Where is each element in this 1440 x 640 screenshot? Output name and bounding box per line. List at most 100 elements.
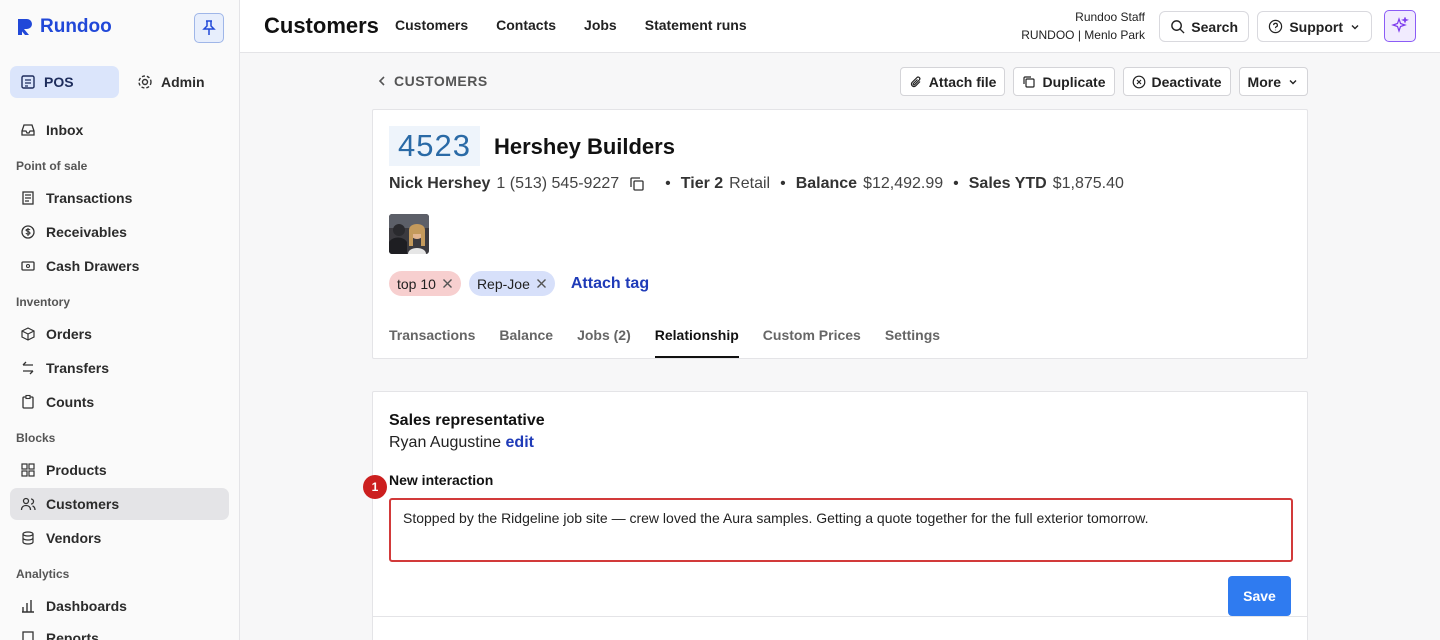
sidebar-item-label: Inbox [46,122,84,138]
sidebar-item-label: Vendors [46,530,102,546]
close-icon[interactable] [442,278,453,289]
sidebar-item-orders[interactable]: Orders [10,318,229,350]
breadcrumb[interactable]: CUSTOMERS [376,73,488,89]
save-button[interactable]: Save [1228,576,1291,616]
sidebar-item-inbox[interactable]: Inbox [10,114,229,146]
sidebar-item-label: Customers [46,496,120,512]
sidebar-item-transactions[interactable]: Transactions [10,182,229,214]
mode-pos-button[interactable]: POS [10,66,119,98]
sidebar-item-label: Transfers [46,360,110,376]
more-button[interactable]: More [1238,67,1308,96]
sparkles-icon [1391,17,1409,33]
sales-rep-name: Ryan Augustine [389,434,502,451]
ai-assistant-button[interactable] [1384,10,1416,42]
attach-file-button[interactable]: Attach file [899,67,1006,96]
chevron-down-icon [1289,79,1297,84]
customer-actions: Attach file Duplicate Deactivate More [899,67,1308,96]
sidebar-item-label: Receivables [46,224,127,240]
report-icon [22,631,34,640]
contact-phone: 1 (513) 545-9227 [496,175,620,192]
attach-tag-link[interactable]: Attach tag [571,275,649,293]
subtab-relationship[interactable]: Relationship [654,327,739,358]
copy-icon[interactable] [629,176,645,192]
sidebar-item-products[interactable]: Products [10,454,229,486]
tag-list: top 10 Rep-Joe Attach tag [389,271,649,296]
separator-dot: • [780,175,786,192]
customer-subtabs: Transactions Balance Jobs (2) Relationsh… [389,327,940,358]
sidebar-item-counts[interactable]: Counts [10,386,229,418]
cash-drawer-icon [21,261,35,271]
copy-icon [1023,75,1036,88]
breadcrumb-label: CUSTOMERS [394,73,488,89]
dollar-circle-icon [21,225,35,239]
users-icon [20,497,36,511]
tag-rep-joe[interactable]: Rep-Joe [468,271,555,296]
brand-name: Rundoo [40,16,112,37]
subtab-balance[interactable]: Balance [499,327,553,358]
separator-dot: • [665,175,671,192]
tab-statement-runs[interactable]: Statement runs [645,17,747,33]
subtab-settings[interactable]: Settings [885,327,940,358]
sidebar-item-label: Products [46,462,107,478]
sales-rep-label: Sales representative [389,412,545,429]
mode-admin-button[interactable]: Admin [127,66,217,98]
mode-switcher: POS Admin [10,66,217,98]
section-point-of-sale: Point of sale [16,159,88,173]
tag-top-10[interactable]: top 10 [389,271,461,296]
deactivate-button[interactable]: Deactivate [1122,67,1231,96]
user-info[interactable]: Rundoo Staff RUNDOO | Menlo Park [1021,8,1145,44]
section-blocks: Blocks [16,431,56,445]
page-title: Customers [264,13,379,38]
sidebar-item-cash-drawers[interactable]: Cash Drawers [10,250,229,282]
bar-chart-icon [22,600,34,613]
separator-dot: • [953,175,959,192]
search-button[interactable]: Search [1159,11,1249,42]
close-icon[interactable] [536,278,547,289]
customer-photo[interactable] [389,214,429,254]
tab-jobs[interactable]: Jobs [584,17,617,33]
rundoo-logo-icon [18,19,32,35]
tab-contacts[interactable]: Contacts [496,17,556,33]
sidebar-item-reports[interactable]: Reports [10,622,229,640]
inbox-icon [21,124,35,136]
sidebar-item-dashboards[interactable]: Dashboards [10,590,229,622]
balance-value: $12,492.99 [863,175,944,192]
edit-sales-rep-link[interactable]: edit [506,434,534,451]
sidebar-item-customers[interactable]: Customers [10,488,229,520]
database-icon [22,531,34,545]
pin-sidebar-button[interactable] [194,13,224,43]
tier-type: Retail [729,175,771,192]
tab-customers[interactable]: Customers [395,17,468,33]
user-name: Rundoo Staff [1075,10,1145,24]
sidebar-item-label: Counts [46,394,95,410]
sidebar: Rundoo POS Admin Inbox Point of sale Tra… [0,0,240,640]
section-analytics: Analytics [16,567,70,581]
top-tabs: Customers Contacts Jobs Statement runs [395,17,747,33]
subtab-jobs[interactable]: Jobs (2) [577,327,631,358]
tag-label: Rep-Joe [476,275,530,292]
sales-ytd-value: $1,875.40 [1052,175,1124,192]
new-interaction-label: New interaction [389,472,494,488]
subtab-custom-prices[interactable]: Custom Prices [763,327,861,358]
mode-pos-label: POS [44,74,74,90]
support-button[interactable]: Support [1257,11,1372,42]
sidebar-item-transfers[interactable]: Transfers [10,352,229,384]
brand-logo[interactable]: Rundoo [16,16,112,38]
tier-label: Tier 2 [680,175,724,192]
tag-label: top 10 [397,275,436,292]
relationship-card: Sales representative Ryan Augustine edit… [363,391,1308,640]
chevron-left-icon [378,76,385,86]
chevron-down-icon [1351,24,1359,29]
duplicate-button[interactable]: Duplicate [1013,67,1115,96]
sidebar-item-vendors[interactable]: Vendors [10,522,229,554]
subtab-transactions[interactable]: Transactions [389,327,475,358]
sidebar-item-receivables[interactable]: Receivables [10,216,229,248]
sidebar-item-label: Orders [46,326,92,342]
search-icon [1171,20,1185,34]
sales-ytd-label: Sales YTD [968,175,1047,192]
receipt-icon [22,191,34,205]
customer-number: 4523 [389,126,480,166]
new-interaction-input[interactable]: Stopped by the Ridgeline job site — crew… [389,498,1293,562]
sidebar-item-label: Dashboards [46,598,127,614]
support-label: Support [1289,18,1343,35]
